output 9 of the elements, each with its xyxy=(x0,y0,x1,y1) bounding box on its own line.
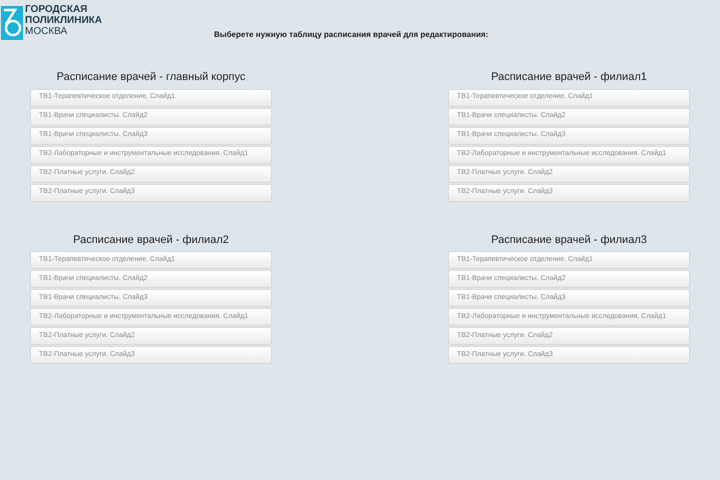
logo-text: МОСКВА xyxy=(25,26,68,37)
schedule-title: Расписание врачей - главный корпус xyxy=(56,70,246,85)
schedule-title: Расписание врачей - филиал3 xyxy=(490,232,648,248)
logo-icon xyxy=(1,6,23,40)
schedule-title: Расписание врачей - филиал1 xyxy=(490,70,648,85)
page-heading: Выберете нужную таблицу расписания врачей для редактирования: xyxy=(214,29,488,41)
logo-text: ГОРОДСКАЯ xyxy=(25,4,88,15)
logo-text: ПОЛИКЛИНИКА xyxy=(25,15,102,26)
schedule-title: Расписание врачей - филиал2 xyxy=(72,232,230,248)
